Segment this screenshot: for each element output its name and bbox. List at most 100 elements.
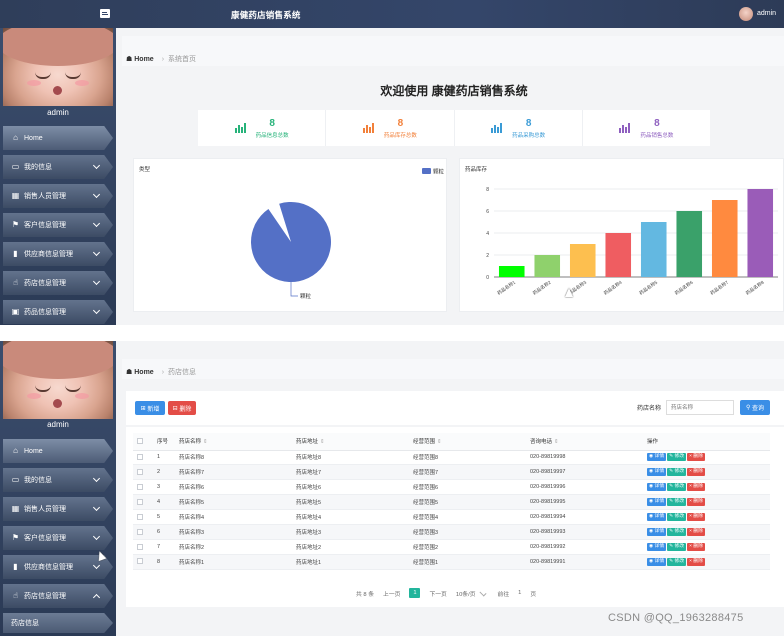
row-checkbox[interactable] [137,484,143,490]
remove-button[interactable]: × 删除 [687,542,705,551]
bar[interactable] [747,189,774,277]
row-checkbox[interactable] [137,498,143,505]
col-pharmacy-name[interactable]: 药店名称 ⇕ [175,433,292,451]
sidebar-item-sales-staff[interactable]: ▦ 销售人员管理 [3,184,113,208]
sidebar-item-pharmacies[interactable]: ☝ 药店信息管理 [3,584,113,608]
row-checkbox[interactable] [137,543,143,550]
remove-button[interactable]: × 删除 [687,527,705,536]
sidebar-item-suppliers[interactable]: ▮ 供应商信息管理 [3,555,113,579]
sidebar-item-sales-staff[interactable]: ▦ 销售人员管理 [3,497,113,521]
sidebar-item-home[interactable]: ⌂ Home [3,126,113,150]
sidebar-item-medicines[interactable]: ▣ 药品信息管理 [3,300,113,324]
row-checkbox[interactable] [137,558,143,565]
pager-next[interactable]: 下一页 [429,589,446,598]
sidebar-item-my-info[interactable]: ▭ 我的信息 [3,155,113,179]
user-avatar[interactable] [739,7,753,21]
col-phone[interactable]: 咨询电话 ⇕ [526,433,643,451]
sidebar-item-pharmacies[interactable]: ☝ 药店信息管理 [3,271,113,295]
col-pharmacy-address[interactable]: 药店地址 ⇕ [292,433,409,451]
bar[interactable] [640,222,667,277]
detail-button[interactable]: ◉ 详情 [647,468,667,477]
edit-button[interactable]: ✎ 修改 [667,498,687,507]
bar[interactable] [569,244,596,277]
sidebar-item-suppliers[interactable]: ▮ 供应商信息管理 [3,242,113,266]
delete-button[interactable]: ⊟ 删除 [168,401,196,415]
edit-button[interactable]: ✎ 修改 [667,527,687,536]
pager-size-select[interactable]: 10条/页 [456,589,476,598]
remove-button[interactable]: × 删除 [687,557,705,566]
stats-row: 8 药品信息总数 8 药品库存总数 8 药品采购总数 8 药品销售总数 [198,110,710,146]
edit-button[interactable]: ✎ 修改 [667,557,687,566]
type-pie-card: 类型 颗粒 颗粒 [133,158,447,312]
remove-button[interactable]: × 删除 [687,468,705,477]
table-row[interactable]: 6 药店名称3 药店地址3 经营范围3 020-89819993 ◉ 详情 ✎ 修改 × 删… [133,524,770,540]
top-username[interactable]: admin [757,10,776,17]
pager-prev[interactable]: 上一页 [383,589,400,598]
edit-button[interactable]: ✎ 修改 [667,513,687,521]
row-checkbox[interactable] [137,469,143,476]
remove-button[interactable]: × 删除 [687,453,705,462]
table-row[interactable]: 1 药店名称8 药店地址8 经营范围8 020-89819998 ◉ 详情 ✎ 修改 × 删… [133,450,770,466]
table-row[interactable]: 3 药店名称6 药店地址6 经营范围6 020-89819996 ◉ 详情 ✎ 修改 × 删… [133,479,770,496]
pager-current-page[interactable]: 1 [409,588,421,598]
sort-icon: ⇕ [437,439,442,446]
sidebar-item-customers[interactable]: ⚑ 客户信息管理 [3,526,113,550]
detail-button[interactable]: ◉ 详情 [647,557,667,566]
detail-button[interactable]: ◉ 详情 [647,453,667,462]
sidebar-item-home[interactable]: ⌂ Home [3,439,113,463]
detail-button[interactable]: ◉ 详情 [647,513,667,521]
edit-button[interactable]: ✎ 修改 [667,542,687,551]
table-row[interactable]: 5 药店名称4 药店地址4 经营范围4 020-89819994 ◉ 详情 ✎ 修改 × 删… [133,509,770,525]
row-pharmacy-name: 药店名称4 [175,509,292,525]
remove-button[interactable]: × 删除 [687,513,705,521]
search-input[interactable] [666,400,734,415]
edit-button[interactable]: ✎ 修改 [667,483,687,492]
edit-button[interactable]: ✎ 修改 [667,468,687,477]
detail-button[interactable]: ◉ 详情 [647,527,667,536]
search-button[interactable]: ⚲ 查询 [740,400,770,415]
bar[interactable] [534,255,561,277]
breadcrumb-home[interactable]: Home [134,369,153,376]
row-checkbox[interactable] [137,528,143,535]
detail-button[interactable]: ◉ 详情 [647,483,667,492]
detail-button[interactable]: ◉ 详情 [647,498,667,507]
select-all-checkbox[interactable] [137,438,143,445]
row-checkbox[interactable] [137,513,143,520]
y-tick-label: 2 [486,253,489,259]
table-row[interactable]: 7 药店名称2 药店地址2 经营范围2 020-89819992 ◉ 详情 ✎ 修改 × 删… [133,539,770,555]
x-tick-label: 药品名称2 [531,279,553,297]
row-business-scope: 经营范围5 [409,494,526,511]
sidebar-item-customers[interactable]: ⚑ 客户信息管理 [3,213,113,237]
pager-goto-input[interactable]: 1 [518,590,521,596]
remove-button[interactable]: × 删除 [687,498,705,507]
col-business-scope[interactable]: 经营范围 ⇕ [409,433,526,451]
row-actions: ◉ 详情 ✎ 修改 × 删除 [643,464,770,481]
table-row[interactable]: 4 药店名称5 药店地址5 经营范围5 020-89819995 ◉ 详情 ✎ 修改 × 删… [133,494,770,511]
bar[interactable] [711,200,738,277]
row-pharmacy-name: 药店名称3 [175,524,292,540]
col-actions: 操作 [643,433,770,451]
bar[interactable] [605,233,632,277]
breadcrumb-home[interactable]: Home [134,56,153,63]
row-phone: 020-89819997 [526,464,643,481]
remove-button[interactable]: × 删除 [687,483,705,492]
pager-goto-label: 前往 [497,591,510,598]
sidebar-subitem-pharmacy-info[interactable]: 药店信息 [3,613,113,633]
x-tick-label: 药品名称7 [709,279,731,297]
table-row[interactable]: 8 药店名称1 药店地址1 经营范围1 020-89819991 ◉ 详情 ✎ 修改 × 删… [133,554,770,570]
bar[interactable] [498,266,525,277]
menu-toggle-icon[interactable] [100,9,110,18]
dashboard-screenshot: 康健药店销售系统 admin admin ⌂ Home ▭ 我的信息 ▦ 销售人员管理… [0,0,784,325]
edit-button[interactable]: ✎ 修改 [667,453,687,462]
row-checkbox[interactable] [137,454,143,461]
detail-button[interactable]: ◉ 详情 [647,542,667,551]
edit-icon: ✎ [669,469,674,475]
add-button[interactable]: ⊞ 新增 [135,401,165,415]
sidebar-item-my-info[interactable]: ▭ 我的信息 [3,468,113,492]
pie-slice-granule[interactable] [251,202,331,282]
row-index: 8 [153,554,175,570]
stat-value: 8 [654,117,660,129]
table-row[interactable]: 2 药店名称7 药店地址7 经营范围7 020-89819997 ◉ 详情 ✎ 修改 × 删… [133,464,770,481]
bar[interactable] [676,211,703,277]
row-actions: ◉ 详情 ✎ 修改 × 删除 [643,554,770,570]
